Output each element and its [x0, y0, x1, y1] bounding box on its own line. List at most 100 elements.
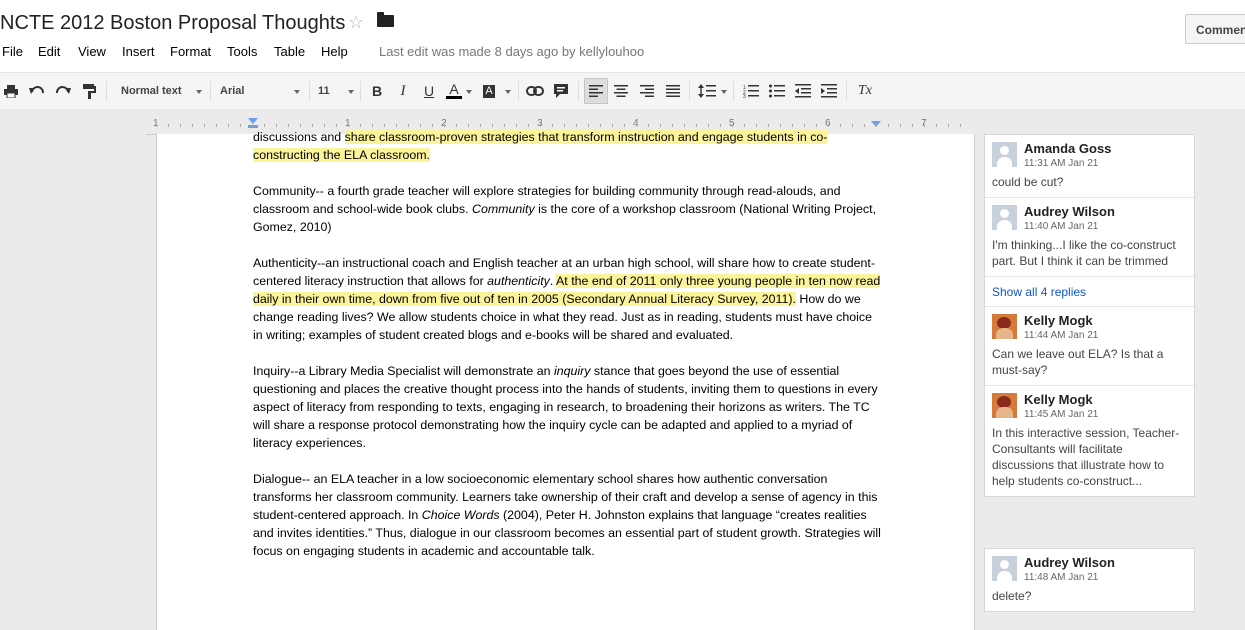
star-icon[interactable]: ☆: [348, 12, 364, 33]
ruler-tick: [804, 124, 805, 127]
comment-thread[interactable]: Amanda Goss 11:31 AM Jan 21 could be cut…: [984, 134, 1195, 497]
paragraph-authenticity: Authenticity--an instructional coach and…: [253, 254, 885, 344]
toolbar-divider: [309, 81, 310, 101]
ruler-tick: [780, 124, 781, 127]
ruler-tick: [636, 124, 637, 127]
comment-reply[interactable]: Kelly Mogk 11:44 AM Jan 21 Can we leave …: [985, 306, 1194, 385]
menu-tools[interactable]: Tools: [227, 44, 257, 59]
ruler-tick: [204, 124, 205, 127]
comments-button[interactable]: Comments: [1185, 14, 1245, 44]
ruler-tick: [840, 124, 841, 127]
left-indent-marker[interactable]: [248, 118, 258, 124]
align-left-button[interactable]: [584, 78, 608, 104]
ruler-tick: [516, 124, 517, 127]
numbered-list-icon[interactable]: 123: [741, 73, 761, 109]
menu-help[interactable]: Help: [321, 44, 348, 59]
ruler-tick: [468, 124, 469, 127]
comment-time: 11:31 AM Jan 21: [1024, 158, 1099, 169]
ruler-tick: [792, 124, 793, 127]
comment-time: 11:40 AM Jan 21: [1024, 221, 1099, 232]
show-all-replies-link[interactable]: Show all 4 replies: [985, 276, 1194, 306]
align-center-button[interactable]: [611, 73, 631, 109]
ruler-tick: [708, 124, 709, 127]
comment-text: could be cut?: [992, 175, 1064, 189]
document-title[interactable]: NCTE 2012 Boston Proposal Thoughts: [0, 12, 345, 35]
ruler-tick: [252, 124, 253, 127]
toolbar-divider: [360, 81, 361, 101]
ruler-tick: [312, 124, 313, 127]
ruler-tick: [588, 124, 589, 127]
ruler-tick: [744, 124, 745, 127]
toolbar-divider: [578, 81, 579, 101]
ruler-tick: [180, 124, 181, 127]
ruler-tick: [444, 124, 445, 127]
chevron-down-icon: [721, 90, 727, 94]
insert-comment-icon[interactable]: [551, 73, 571, 109]
print-icon[interactable]: [2, 73, 20, 109]
ruler-tick: [756, 124, 757, 127]
ruler-tick: [576, 124, 577, 127]
toolbar: Normal text Arial 11 B I U A A 123 Tx: [0, 72, 1245, 110]
paint-format-icon[interactable]: [80, 73, 98, 109]
ruler-tick: [900, 124, 901, 127]
font-select[interactable]: Arial: [220, 73, 300, 109]
menu-view[interactable]: View: [78, 44, 106, 59]
align-right-button[interactable]: [637, 73, 657, 109]
toolbar-divider: [518, 81, 519, 101]
ruler-tick: [432, 124, 433, 127]
text-color-button[interactable]: A: [444, 73, 464, 109]
ruler-tick: [480, 124, 481, 127]
justify-button[interactable]: [663, 73, 683, 109]
ruler-tick: [264, 124, 265, 127]
comment[interactable]: Audrey Wilson 11:48 AM Jan 21 delete?: [985, 549, 1194, 611]
menu-insert[interactable]: Insert: [122, 44, 155, 59]
style-select-value: Normal text: [121, 85, 182, 97]
clear-formatting-button[interactable]: Tx: [854, 73, 876, 109]
comment-thread[interactable]: Audrey Wilson 11:48 AM Jan 21 delete?: [984, 548, 1195, 612]
highlight-color-button[interactable]: A: [479, 73, 499, 109]
comment-reply[interactable]: Kelly Mogk 11:45 AM Jan 21 In this inter…: [985, 385, 1194, 496]
toolbar-divider: [733, 81, 734, 101]
ruler-tick: [648, 124, 649, 127]
italic-button[interactable]: I: [394, 73, 412, 109]
toolbar-divider: [106, 81, 107, 101]
ruler-tick: [456, 124, 457, 127]
document-page[interactable]: discussions and share classroom-proven s…: [156, 130, 975, 630]
folder-icon[interactable]: [377, 12, 394, 27]
ruler-tick: [372, 124, 373, 127]
last-edit-link[interactable]: Last edit was made 8 days ago by kellylo…: [379, 44, 644, 59]
line-spacing-icon[interactable]: [696, 73, 718, 109]
style-select[interactable]: Normal text: [121, 73, 201, 109]
bulleted-list-icon[interactable]: [767, 73, 787, 109]
ruler-tick: [384, 124, 385, 127]
menu-file[interactable]: File: [2, 44, 23, 59]
undo-icon[interactable]: [28, 73, 46, 109]
ruler-tick: [192, 124, 193, 127]
comment-reply[interactable]: Audrey Wilson 11:40 AM Jan 21 I'm thinki…: [985, 197, 1194, 276]
document-body[interactable]: discussions and share classroom-proven s…: [253, 128, 885, 578]
menu-table[interactable]: Table: [274, 44, 305, 59]
toolbar-divider: [689, 81, 690, 101]
ruler-tick: [612, 124, 613, 127]
menu-format[interactable]: Format: [170, 44, 211, 59]
ruler-tick: [492, 124, 493, 127]
bold-button[interactable]: B: [368, 73, 386, 109]
comment[interactable]: Amanda Goss 11:31 AM Jan 21 could be cut…: [985, 135, 1194, 197]
increase-indent-icon[interactable]: [819, 73, 839, 109]
text-color-swatch: [446, 96, 462, 99]
ruler-tick: [420, 124, 421, 127]
ruler-tick: [348, 124, 349, 127]
underline-button[interactable]: U: [420, 73, 438, 109]
comment-text: delete?: [992, 589, 1032, 603]
paragraph-inquiry: Inquiry--a Library Media Specialist will…: [253, 362, 885, 452]
menu-edit[interactable]: Edit: [38, 44, 60, 59]
ruler-tick: [960, 124, 961, 127]
chevron-down-icon: [466, 90, 472, 94]
redo-icon[interactable]: [54, 73, 72, 109]
ruler-tick: [720, 124, 721, 127]
ruler-tick: [360, 124, 361, 127]
avatar: [992, 393, 1017, 418]
link-icon[interactable]: [525, 73, 545, 109]
decrease-indent-icon[interactable]: [793, 73, 813, 109]
text-run: Inquiry--a Library Media Specialist will…: [253, 364, 554, 378]
